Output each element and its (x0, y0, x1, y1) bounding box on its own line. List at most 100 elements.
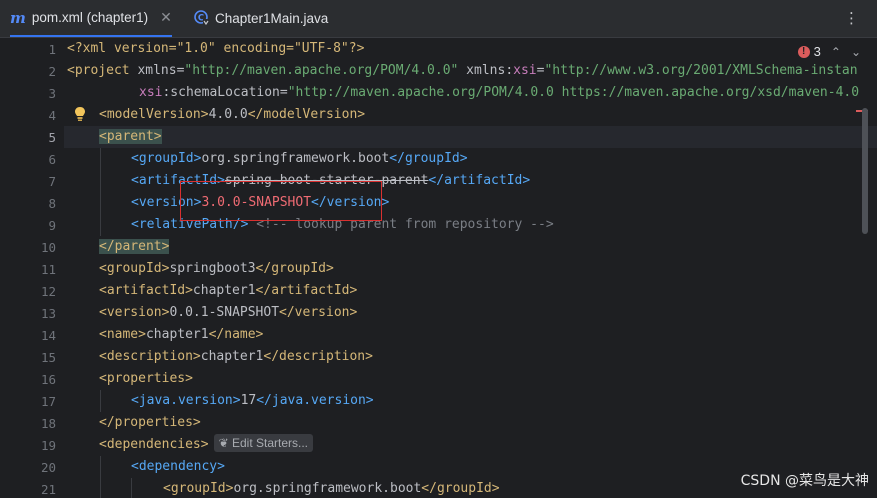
tag-close: </name> (208, 327, 264, 342)
tag-open: <parent> (99, 129, 162, 144)
code-line-21: <groupId>org.springframework.boot</group… (163, 478, 500, 498)
line-number: 5 (48, 130, 56, 145)
line-number: 9 (48, 218, 56, 233)
code-line-6: <groupId>org.springframework.boot</group… (131, 148, 468, 170)
code-line-4: <modelVersion>4.0.0</modelVersion> (99, 104, 365, 126)
maven-icon: m (10, 8, 26, 27)
watermark: CSDN @菜鸟是大神 (740, 473, 869, 489)
line-number: 8 (48, 196, 56, 211)
line-number: 11 (40, 262, 56, 277)
tag-text: springboot3 (169, 261, 256, 276)
tag-open: <groupId> (99, 261, 170, 276)
line-number: 13 (40, 306, 56, 321)
tag-text: org.springframework.boot (233, 481, 422, 496)
tag-open: <artifactId> (99, 283, 193, 298)
line-number-gutter: 1 2 3 4 5 6 7 8 9 10 11 12 13 14 15 16 1… (0, 38, 64, 498)
lightbulb-icon[interactable] (74, 106, 86, 126)
code-line-17: <java.version>17</java.version> (131, 390, 374, 412)
tag-open: <version> (99, 305, 170, 320)
tag-open: <project (67, 63, 130, 78)
line-number: 1 (48, 42, 56, 57)
tag-open: <dependencies> (99, 437, 209, 452)
tag-open: <properties> (99, 371, 193, 386)
edit-starters-button[interactable]: ❦ Edit Starters... (213, 434, 313, 452)
current-line-highlight (64, 126, 877, 148)
code-line-1: <?xml version="1.0" encoding="UTF-8"?> (67, 38, 364, 60)
tag-text: org.springframework.boot (201, 151, 390, 166)
code-line-16: <properties> (99, 368, 193, 390)
tag-open: <dependency> (131, 459, 225, 474)
code-line-15: <description>chapter1</description> (99, 346, 373, 368)
vertical-scrollbar[interactable] (862, 108, 868, 234)
code-line-14: <name>chapter1</name> (99, 324, 263, 346)
line-number: 15 (40, 350, 56, 365)
tag-text: chapter1 (200, 349, 264, 364)
tag-close: </parent> (99, 239, 170, 254)
attribute-name: xmlns: (458, 63, 514, 78)
line-number: 18 (40, 416, 56, 431)
line-number: 16 (40, 372, 56, 387)
tag-close: </properties> (99, 415, 201, 430)
tag-text: chapter1 (192, 283, 256, 298)
chevron-down-icon[interactable]: ⌄ (851, 45, 861, 59)
line-number: 14 (40, 328, 56, 343)
attribute-value: "http://maven.apache.org/POM/4.0.0 https… (287, 85, 860, 100)
editor-tab-bar: m pom.xml (chapter1) ✕ C Chapter1Main.ja… (0, 0, 877, 38)
tag-open: <name> (99, 327, 146, 342)
code-line-13: <version>0.0.1-SNAPSHOT</version> (99, 302, 357, 324)
line-number: 20 (40, 460, 56, 475)
tag-close: </modelVersion> (247, 107, 366, 122)
more-icon[interactable]: ⋮ (844, 9, 859, 27)
namespace-prefix: xsi (513, 63, 537, 78)
code-line-10: </parent> (99, 236, 170, 258)
error-icon: ! (797, 45, 810, 58)
line-number: 2 (48, 64, 56, 79)
attribute-value: "http://www.w3.org/2001/XMLSchema-instan (544, 63, 858, 78)
code-line-19: <dependencies> ❦ Edit Starters... (99, 434, 313, 456)
code-editor[interactable]: 1 2 3 4 5 6 7 8 9 10 11 12 13 14 15 16 1… (0, 38, 877, 498)
attribute-name: :schemaLocation= (162, 85, 288, 100)
line-number: 19 (40, 438, 56, 453)
inspection-widget[interactable]: ! 3 ⌃ ⌄ (797, 44, 861, 59)
tag-close: </groupId> (421, 481, 500, 496)
tag-text: 17 (240, 393, 257, 408)
line-number: 12 (40, 284, 56, 299)
indent-guide (100, 390, 101, 412)
code-line-20: <dependency> (131, 456, 225, 478)
tag-open: <java.version> (131, 393, 241, 408)
tab-pom-xml[interactable]: m pom.xml (chapter1) ✕ (10, 0, 172, 37)
close-icon[interactable]: ✕ (160, 9, 172, 26)
tag-open: <groupId> (163, 481, 234, 496)
code-line-18: </properties> (99, 412, 201, 434)
tab-chapter1main-java[interactable]: C Chapter1Main.java (194, 0, 328, 37)
tag-close: </groupId> (255, 261, 334, 276)
java-class-icon: C (194, 9, 209, 28)
attribute-name: xmlns= (129, 63, 185, 78)
error-count: 3 (813, 44, 821, 59)
tag-open: <modelVersion> (99, 107, 209, 122)
line-number: 6 (48, 152, 56, 167)
tag-text: chapter1 (145, 327, 209, 342)
xml-declaration: <?xml version="1.0" encoding="UTF-8"?> (67, 41, 365, 56)
tag-close: </java.version> (256, 393, 374, 408)
tag-close: </artifactId> (428, 173, 531, 188)
indent-guide (100, 148, 101, 236)
indent-guide (100, 456, 101, 498)
code-line-11: <groupId>springboot3</groupId> (99, 258, 334, 280)
code-line-3: xsi:schemaLocation="http://maven.apache.… (139, 82, 859, 104)
spring-leaf-icon: ❦ (218, 436, 232, 450)
chevron-up-icon[interactable]: ⌃ (831, 45, 841, 59)
annotation-highlight-box (180, 181, 382, 221)
code-line-2: <project xmlns="http://maven.apache.org/… (67, 60, 858, 82)
indent-guide (131, 478, 132, 498)
tag-close: </artifactId> (255, 283, 358, 298)
edit-starters-label: Edit Starters... (231, 436, 308, 450)
line-number: 4 (48, 108, 56, 123)
line-number: 3 (48, 86, 56, 101)
line-number: 21 (40, 482, 56, 497)
tag-close: </groupId> (389, 151, 468, 166)
tab-label: pom.xml (chapter1) (31, 10, 149, 25)
line-number: 7 (48, 174, 56, 189)
tag-text: 4.0.0 (208, 107, 248, 122)
attribute-value: "http://maven.apache.org/POM/4.0.0" (184, 63, 459, 78)
